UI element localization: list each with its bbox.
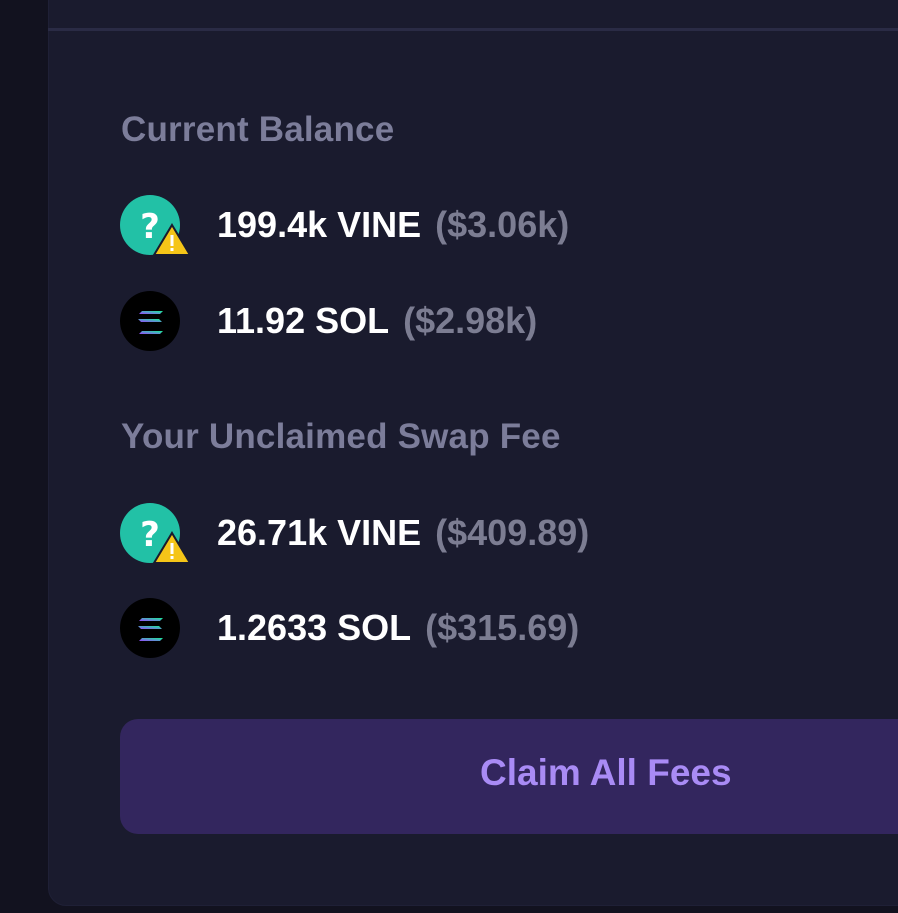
fee-row-vine: ? 26.71k VINE ($409.89) <box>120 502 589 564</box>
token-usd-value: ($315.69) <box>425 607 580 648</box>
token-amount: 26.71k VINE <box>217 512 422 553</box>
fee-row-sol: 1.2633 SOL ($315.69) <box>120 597 579 659</box>
token-usd-value: ($2.98k) <box>403 300 538 341</box>
balance-row-vine: ? 199.4k VINE ($3.06k) <box>120 194 569 256</box>
unclaimed-fee-title: Your Unclaimed Swap Fee <box>121 417 561 456</box>
token-amount: 199.4k VINE <box>217 204 422 245</box>
solana-icon <box>120 598 180 658</box>
unknown-token-warning-icon: ? <box>120 195 192 256</box>
token-usd-value: ($3.06k) <box>435 204 570 245</box>
panel-divider <box>48 28 898 31</box>
token-amount: 1.2633 SOL <box>217 607 412 648</box>
token-usd-value: ($409.89) <box>435 512 590 553</box>
svg-text:?: ? <box>140 515 160 555</box>
svg-text:?: ? <box>140 207 160 247</box>
claim-all-fees-button[interactable] <box>120 719 898 834</box>
solana-icon <box>120 291 180 351</box>
token-amount: 11.92 SOL <box>217 300 390 341</box>
unknown-token-warning-icon: ? <box>120 503 192 564</box>
balance-row-sol: 11.92 SOL ($2.98k) <box>120 290 537 352</box>
page: Current Balance ? 199.4k VINE ($3.06k) 1… <box>0 0 898 913</box>
current-balance-title: Current Balance <box>121 110 395 149</box>
